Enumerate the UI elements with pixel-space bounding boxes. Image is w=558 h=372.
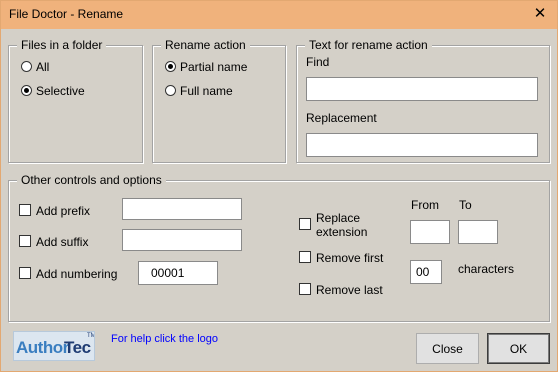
- partial-name-label[interactable]: Partial name: [180, 60, 247, 74]
- logo-text-author: Author: [16, 338, 69, 357]
- close-button[interactable]: Close: [416, 333, 479, 364]
- rename-action-title: Rename action: [161, 38, 250, 52]
- numbering-start-input[interactable]: [138, 261, 218, 285]
- to-label: To: [459, 198, 472, 212]
- partial-name-radio[interactable]: [165, 61, 176, 72]
- remove-first-checkbox[interactable]: [299, 251, 311, 263]
- all-files-radio[interactable]: [21, 61, 32, 72]
- files-in-folder-group: Files in a folder All Selective: [8, 38, 143, 163]
- full-name-label[interactable]: Full name: [180, 84, 233, 98]
- window-title: File Doctor - Rename: [9, 7, 124, 21]
- add-prefix-label[interactable]: Add prefix: [36, 204, 90, 218]
- other-controls-group: Other controls and options Add prefix Ad…: [8, 173, 550, 322]
- remove-last-label[interactable]: Remove last: [316, 283, 383, 297]
- logo-trademark: TM: [87, 333, 95, 339]
- character-count-input[interactable]: [410, 260, 442, 284]
- replace-extension-label-line2[interactable]: extension: [316, 225, 367, 239]
- authortec-logo[interactable]: Author Tec TM: [13, 331, 95, 361]
- characters-label: characters: [458, 262, 515, 276]
- full-name-radio[interactable]: [165, 85, 176, 96]
- replacement-input[interactable]: [306, 133, 538, 157]
- replace-extension-checkbox[interactable]: [299, 218, 311, 230]
- files-in-folder-title: Files in a folder: [17, 38, 107, 52]
- rename-text-title: Text for rename action: [305, 38, 432, 52]
- selective-files-radio[interactable]: [21, 85, 32, 96]
- ok-button[interactable]: OK: [487, 333, 550, 364]
- find-input[interactable]: [306, 77, 538, 101]
- replace-extension-label-line1[interactable]: Replace: [316, 211, 360, 225]
- help-link[interactable]: For help click the logo: [111, 333, 218, 345]
- logo-text-tec: Tec: [64, 338, 91, 357]
- rename-action-group: Rename action Partial name Full name: [152, 38, 286, 163]
- dialog-body: Files in a folder All Selective Rename a…: [1, 29, 557, 371]
- add-prefix-checkbox[interactable]: [19, 204, 31, 216]
- all-files-label[interactable]: All: [36, 60, 49, 74]
- title-bar[interactable]: File Doctor - Rename ✕: [1, 1, 557, 29]
- suffix-input[interactable]: [122, 229, 242, 251]
- rename-text-group: Text for rename action Find Replacement: [296, 38, 550, 163]
- find-label: Find: [306, 55, 330, 69]
- selective-files-label[interactable]: Selective: [36, 84, 85, 98]
- add-numbering-checkbox[interactable]: [19, 267, 31, 279]
- add-suffix-checkbox[interactable]: [19, 235, 31, 247]
- add-numbering-label[interactable]: Add numbering: [36, 267, 117, 281]
- rename-dialog: File Doctor - Rename ✕ Files in a folder…: [0, 0, 558, 372]
- remove-last-checkbox[interactable]: [299, 283, 311, 295]
- other-controls-title: Other controls and options: [17, 173, 166, 187]
- prefix-input[interactable]: [122, 198, 242, 220]
- remove-first-label[interactable]: Remove first: [316, 251, 383, 265]
- to-input[interactable]: [458, 220, 498, 244]
- from-label: From: [411, 198, 439, 212]
- replacement-label: Replacement: [306, 111, 377, 125]
- close-window-button[interactable]: ✕: [523, 1, 557, 29]
- add-suffix-label[interactable]: Add suffix: [36, 235, 88, 249]
- from-input[interactable]: [410, 220, 450, 244]
